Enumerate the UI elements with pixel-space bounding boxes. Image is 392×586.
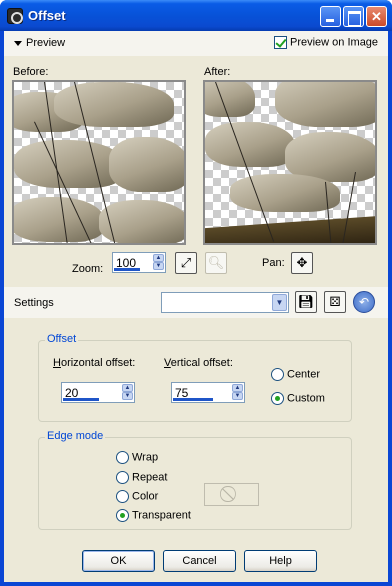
sail-shape bbox=[230, 174, 340, 212]
dialog-client-area: Preview Preview on Image Before: After: bbox=[4, 31, 388, 582]
window-title: Offset bbox=[28, 8, 66, 23]
edge-color-swatch[interactable]: ⃠ bbox=[204, 483, 259, 506]
zoom-slider-bar[interactable] bbox=[114, 268, 140, 271]
preview-header: Preview Preview on Image bbox=[4, 31, 388, 56]
randomize-button[interactable]: ⚄ bbox=[324, 291, 346, 313]
color-label: Color bbox=[132, 490, 159, 503]
zoom-label: Zoom: bbox=[72, 263, 104, 275]
transparent-radio[interactable]: Transparent bbox=[116, 509, 191, 522]
zoom-to-fit-button[interactable]: ⤢ bbox=[175, 252, 197, 274]
radio-selected-icon[interactable] bbox=[271, 392, 284, 405]
radio-icon[interactable] bbox=[271, 368, 284, 381]
sail-shape bbox=[205, 122, 295, 167]
sail-shape bbox=[54, 82, 174, 127]
offset-group: Offset Horizontal offset: 20 ▲ ▼ Vertical… bbox=[38, 333, 352, 422]
wrap-label: Wrap bbox=[132, 451, 159, 464]
offset-dialog: Offset Preview Preview on Image Before: … bbox=[0, 0, 392, 586]
settings-label: Settings bbox=[14, 297, 54, 309]
preview-on-image-label: Preview on Image bbox=[290, 36, 379, 49]
edge-mode-group: Edge mode Wrap Repeat Color Transparent … bbox=[38, 430, 352, 530]
radio-icon[interactable] bbox=[116, 471, 129, 484]
repeat-radio[interactable]: Repeat bbox=[116, 471, 167, 484]
ship-hull-shape bbox=[205, 215, 375, 243]
after-label: After: bbox=[204, 66, 231, 78]
preview-toggle[interactable]: Preview bbox=[14, 37, 65, 49]
spin-up-icon[interactable]: ▲ bbox=[232, 384, 243, 392]
sail-shape bbox=[14, 140, 124, 188]
spin-down-icon[interactable]: ▼ bbox=[232, 392, 243, 400]
cancel-button[interactable]: Cancel bbox=[163, 550, 236, 572]
reset-button[interactable]: ↶ bbox=[353, 291, 375, 313]
wrap-radio[interactable]: Wrap bbox=[116, 451, 158, 464]
sail-shape bbox=[205, 82, 255, 117]
pan-label: Pan: bbox=[262, 257, 285, 269]
triangle-down-icon bbox=[14, 40, 22, 46]
spin-up-icon[interactable]: ▲ bbox=[153, 254, 164, 262]
help-button[interactable]: Help bbox=[244, 550, 317, 572]
preview-toggle-label: Preview bbox=[26, 37, 66, 49]
radio-selected-icon[interactable] bbox=[116, 509, 129, 522]
spin-down-icon[interactable]: ▼ bbox=[153, 262, 164, 270]
radio-icon[interactable] bbox=[116, 490, 129, 503]
custom-label: Custom bbox=[287, 392, 325, 405]
after-preview-pane[interactable] bbox=[203, 80, 377, 245]
vertical-spin-arrows[interactable]: ▲ ▼ bbox=[232, 384, 243, 401]
custom-radio[interactable]: Custom bbox=[271, 392, 325, 405]
maximize-button[interactable] bbox=[343, 6, 364, 27]
before-preview-pane[interactable] bbox=[12, 80, 186, 245]
horizontal-spin-arrows[interactable]: ▲ ▼ bbox=[122, 384, 133, 401]
transparent-label: Transparent bbox=[132, 509, 191, 522]
spin-up-icon[interactable]: ▲ bbox=[122, 384, 133, 392]
minimize-button[interactable] bbox=[320, 6, 341, 27]
checkbox-checked-icon[interactable] bbox=[274, 36, 287, 49]
radio-icon[interactable] bbox=[116, 451, 129, 464]
spin-down-icon[interactable]: ▼ bbox=[122, 392, 133, 400]
vertical-offset-label: Vertical offset: bbox=[164, 357, 233, 369]
sail-shape bbox=[109, 137, 184, 192]
horizontal-offset-slider-bar[interactable] bbox=[63, 398, 99, 401]
app-icon[interactable] bbox=[7, 8, 23, 24]
preset-dropdown[interactable]: ▼ bbox=[161, 292, 289, 313]
center-radio[interactable]: Center bbox=[271, 368, 320, 381]
offset-group-title: Offset bbox=[45, 333, 79, 345]
close-button[interactable] bbox=[366, 6, 387, 27]
chevron-down-icon[interactable]: ▼ bbox=[272, 294, 287, 311]
ok-button[interactable]: OK bbox=[82, 550, 155, 572]
preview-on-image-checkbox[interactable]: Preview on Image bbox=[274, 36, 378, 49]
save-preset-button[interactable]: 💾︎ bbox=[295, 291, 317, 313]
zoom-spin-arrows[interactable]: ▲ ▼ bbox=[153, 254, 164, 271]
sail-shape bbox=[14, 197, 104, 242]
before-label: Before: bbox=[13, 66, 49, 78]
pan-button[interactable]: ✥ bbox=[291, 252, 313, 274]
zoom-tool-button[interactable]: 🔍︎ bbox=[205, 252, 227, 274]
sail-shape bbox=[275, 82, 375, 127]
center-label: Center bbox=[287, 368, 321, 381]
repeat-label: Repeat bbox=[132, 471, 168, 484]
zoom-spinbox[interactable]: 100 ▲ ▼ bbox=[112, 252, 166, 273]
vertical-offset-slider-bar[interactable] bbox=[173, 398, 213, 401]
color-radio[interactable]: Color bbox=[116, 490, 158, 503]
vertical-offset-spinbox[interactable]: 75 ▲ ▼ bbox=[171, 382, 245, 403]
horizontal-offset-spinbox[interactable]: 20 ▲ ▼ bbox=[61, 382, 135, 403]
horizontal-offset-label: Horizontal offset: bbox=[53, 357, 136, 369]
title-bar[interactable]: Offset bbox=[0, 0, 392, 31]
edge-mode-group-title: Edge mode bbox=[45, 430, 106, 442]
